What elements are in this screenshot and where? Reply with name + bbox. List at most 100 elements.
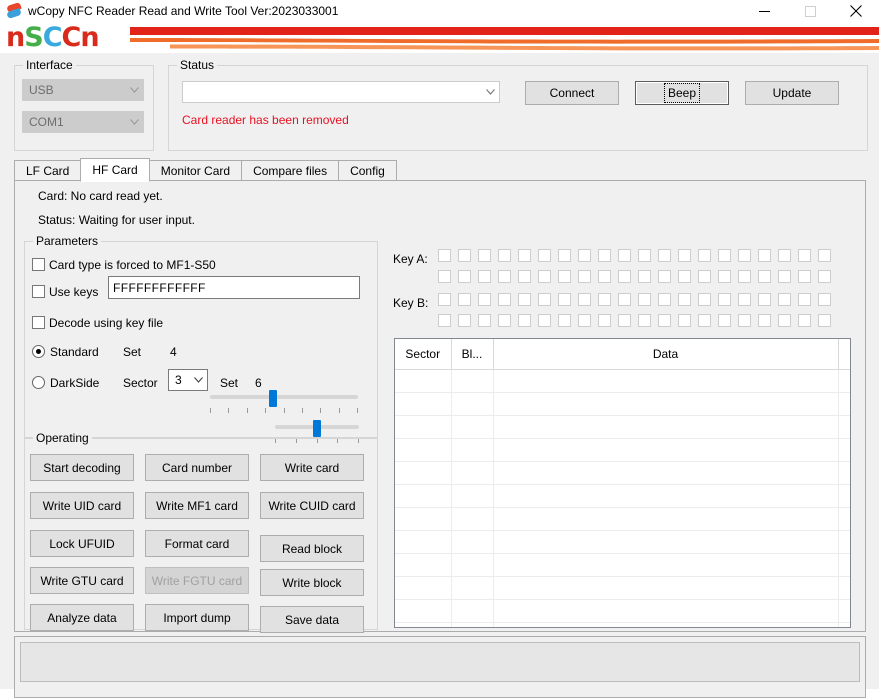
read-block-button[interactable]: Read block (260, 535, 364, 562)
key-checkbox[interactable] (538, 270, 551, 283)
key-checkbox[interactable] (598, 249, 611, 262)
key-checkbox[interactable] (818, 314, 831, 327)
table-row[interactable] (395, 623, 851, 629)
key-checkbox[interactable] (438, 270, 451, 283)
minimize-icon[interactable] (741, 0, 787, 22)
key-checkbox[interactable] (798, 270, 811, 283)
table-row[interactable] (395, 531, 851, 554)
maximize-icon[interactable] (787, 0, 833, 22)
key-checkbox[interactable] (778, 249, 791, 262)
key-checkbox[interactable] (658, 314, 671, 327)
import-dump-button[interactable]: Import dump (145, 604, 249, 631)
key-checkbox[interactable] (518, 293, 531, 306)
key-checkbox[interactable] (658, 249, 671, 262)
key-checkbox[interactable] (778, 270, 791, 283)
key-checkbox[interactable] (738, 293, 751, 306)
key-checkbox[interactable] (618, 314, 631, 327)
write-uid-card-button[interactable]: Write UID card (30, 492, 134, 519)
key-checkbox[interactable] (698, 314, 711, 327)
connection-type-dropdown[interactable]: USB (22, 79, 144, 101)
write-mf1-card-button[interactable]: Write MF1 card (145, 492, 249, 519)
key-checkbox[interactable] (618, 293, 631, 306)
write-block-button[interactable]: Write block (260, 569, 364, 596)
key-checkbox[interactable] (498, 293, 511, 306)
standard-slider-thumb[interactable] (269, 390, 277, 407)
port-dropdown[interactable]: COM1 (22, 111, 144, 133)
standard-radio[interactable] (32, 345, 45, 358)
key-checkbox[interactable] (678, 314, 691, 327)
key-checkbox[interactable] (598, 293, 611, 306)
key-checkbox[interactable] (498, 249, 511, 262)
key-checkbox[interactable] (618, 270, 631, 283)
key-checkbox[interactable] (538, 293, 551, 306)
key-checkbox[interactable] (458, 270, 471, 283)
key-checkbox[interactable] (438, 314, 451, 327)
update-button[interactable]: Update (745, 81, 839, 105)
key-checkbox[interactable] (758, 293, 771, 306)
key-checkbox[interactable] (638, 293, 651, 306)
key-checkbox[interactable] (518, 249, 531, 262)
column-header-sector[interactable]: Sector (395, 339, 451, 370)
key-checkbox[interactable] (738, 270, 751, 283)
write-fgtu-card-button[interactable]: Write FGTU card (145, 567, 249, 594)
darkside-radio[interactable] (32, 376, 45, 389)
key-checkbox[interactable] (738, 249, 751, 262)
key-checkbox[interactable] (678, 249, 691, 262)
table-row[interactable] (395, 462, 851, 485)
key-checkbox[interactable] (758, 270, 771, 283)
key-checkbox[interactable] (478, 270, 491, 283)
force-mf1-s50-checkbox[interactable] (32, 258, 45, 271)
key-checkbox[interactable] (578, 293, 591, 306)
table-row[interactable] (395, 485, 851, 508)
key-checkbox[interactable] (638, 270, 651, 283)
table-row[interactable] (395, 600, 851, 623)
key-checkbox[interactable] (458, 293, 471, 306)
column-header-extra[interactable] (838, 339, 851, 370)
key-checkbox[interactable] (798, 314, 811, 327)
data-table[interactable]: Sector Bl... Data (394, 338, 851, 628)
start-decoding-button[interactable]: Start decoding (30, 454, 134, 481)
tab-monitor-card[interactable]: Monitor Card (149, 160, 242, 181)
key-checkbox[interactable] (438, 249, 451, 262)
beep-button[interactable]: Beep (635, 81, 729, 105)
key-checkbox[interactable] (738, 314, 751, 327)
key-checkbox[interactable] (558, 293, 571, 306)
lock-ufuid-button[interactable]: Lock UFUID (30, 530, 134, 557)
format-card-button[interactable]: Format card (145, 530, 249, 557)
key-checkbox[interactable] (758, 249, 771, 262)
table-row[interactable] (395, 439, 851, 462)
darkside-slider-thumb[interactable] (313, 420, 321, 437)
status-dropdown[interactable] (182, 81, 500, 103)
tab-hf-card[interactable]: HF Card (80, 158, 149, 182)
key-checkbox[interactable] (718, 314, 731, 327)
key-checkbox[interactable] (798, 293, 811, 306)
table-row[interactable] (395, 554, 851, 577)
key-checkbox[interactable] (618, 249, 631, 262)
save-data-button[interactable]: Save data (260, 606, 364, 633)
key-checkbox[interactable] (478, 249, 491, 262)
write-gtu-card-button[interactable]: Write GTU card (30, 567, 134, 594)
key-checkbox[interactable] (678, 270, 691, 283)
close-icon[interactable] (833, 0, 879, 22)
key-checkbox[interactable] (558, 314, 571, 327)
decode-key-file-checkbox[interactable] (32, 316, 45, 329)
key-checkbox[interactable] (818, 270, 831, 283)
write-card-button[interactable]: Write card (260, 454, 364, 481)
analyze-data-button[interactable]: Analyze data (30, 604, 134, 631)
key-checkbox[interactable] (638, 314, 651, 327)
key-checkbox[interactable] (698, 249, 711, 262)
key-checkbox[interactable] (778, 293, 791, 306)
key-checkbox[interactable] (818, 293, 831, 306)
table-row[interactable] (395, 416, 851, 439)
column-header-block[interactable]: Bl... (451, 339, 493, 370)
key-checkbox[interactable] (578, 270, 591, 283)
use-keys-input[interactable]: FFFFFFFFFFFF (108, 276, 360, 299)
use-keys-checkbox[interactable] (32, 285, 45, 298)
key-checkbox[interactable] (778, 314, 791, 327)
card-number-button[interactable]: Card number (145, 454, 249, 481)
key-checkbox[interactable] (658, 293, 671, 306)
key-checkbox[interactable] (598, 270, 611, 283)
key-checkbox[interactable] (558, 249, 571, 262)
table-row[interactable] (395, 370, 851, 393)
key-checkbox[interactable] (498, 270, 511, 283)
